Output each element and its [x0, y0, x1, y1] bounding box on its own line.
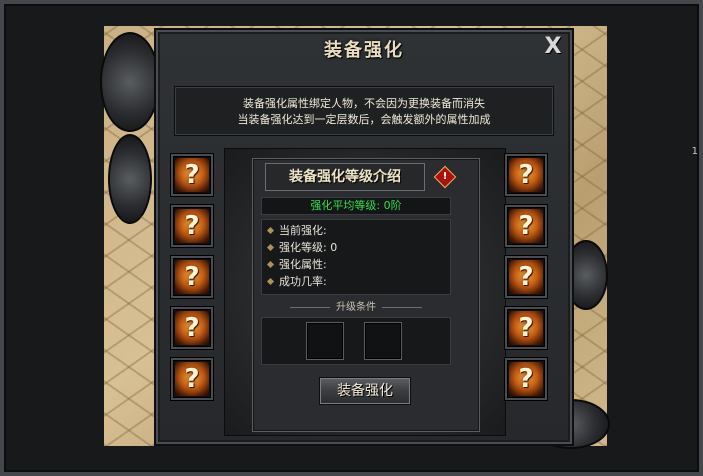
equip-slot-right-2[interactable]: ?	[505, 205, 547, 247]
stat-current-label: 当前强化:	[279, 224, 327, 237]
notice-line-2: 当装备强化达到一定层数后，会触发额外的属性加成	[237, 113, 491, 126]
notice-line-1: 装备强化属性绑定人物，不会因为更换装备而消失	[243, 97, 485, 110]
stat-attribute-label: 强化属性:	[279, 258, 327, 271]
equip-slot-right-4[interactable]: ?	[505, 307, 547, 349]
stat-success-rate-label: 成功几率:	[279, 275, 327, 288]
question-icon: ?	[175, 158, 209, 192]
game-frame: 装备强化 X 装备强化属性绑定人物，不会因为更换装备而消失 当装备强化达到一定层…	[0, 0, 703, 476]
equip-slot-right-1[interactable]: ?	[505, 154, 547, 196]
material-slot-1[interactable]	[306, 322, 344, 360]
stat-level-label: 强化等级: 0	[279, 241, 338, 254]
equip-slot-left-2[interactable]: ?	[171, 205, 213, 247]
stats-list: 当前强化: 强化等级: 0 强化属性: 成功几率:	[261, 219, 451, 295]
upgrade-condition-box	[261, 317, 451, 365]
equip-slot-left-4[interactable]: ?	[171, 307, 213, 349]
stat-current: 当前强化:	[262, 222, 450, 239]
question-icon: ?	[509, 209, 543, 243]
upgrade-condition-label: 升级条件	[261, 301, 451, 315]
equip-slot-left-3[interactable]: ?	[171, 256, 213, 298]
question-icon: ?	[175, 209, 209, 243]
enhance-window: 装备强化 X 装备强化属性绑定人物，不会因为更换装备而消失 当装备强化达到一定层…	[154, 28, 574, 446]
window-title: 装备强化	[324, 40, 404, 61]
average-level: 强化平均等级: 0阶	[261, 197, 451, 215]
question-icon: ?	[175, 260, 209, 294]
bullet-icon	[266, 243, 275, 252]
dragon-ornament-top-left	[100, 32, 160, 132]
bullet-icon	[266, 226, 275, 235]
notice-box: 装备强化属性绑定人物，不会因为更换装备而消失 当装备强化达到一定层数后，会触发额…	[174, 86, 554, 136]
info-panel-title: 装备强化等级介绍	[265, 163, 425, 191]
question-icon: ?	[509, 260, 543, 294]
dragon-ornament-left	[108, 134, 152, 224]
warning-icon[interactable]: !	[433, 165, 457, 189]
material-slot-2[interactable]	[364, 322, 402, 360]
bullet-icon	[266, 277, 275, 286]
stat-level: 强化等级: 0	[262, 239, 450, 256]
enhance-button[interactable]: 装备强化	[319, 377, 411, 405]
question-icon: ?	[509, 311, 543, 345]
close-button[interactable]: X	[542, 36, 564, 58]
equip-slot-left-5[interactable]: ?	[171, 358, 213, 400]
question-icon: ?	[509, 362, 543, 396]
question-icon: ?	[175, 362, 209, 396]
stat-success-rate: 成功几率:	[262, 273, 450, 290]
question-icon: ?	[175, 311, 209, 345]
question-icon: ?	[509, 158, 543, 192]
enhance-info-panel: 装备强化等级介绍 ! 强化平均等级: 0阶 当前强化: 强化等级: 0 强化属性…	[252, 158, 480, 432]
stat-attribute: 强化属性:	[262, 256, 450, 273]
equip-slot-left-1[interactable]: ?	[171, 154, 213, 196]
edge-text: 1	[691, 146, 698, 157]
equip-slot-right-3[interactable]: ?	[505, 256, 547, 298]
equip-slot-right-5[interactable]: ?	[505, 358, 547, 400]
warning-symbol: !	[442, 171, 448, 182]
bullet-icon	[266, 260, 275, 269]
